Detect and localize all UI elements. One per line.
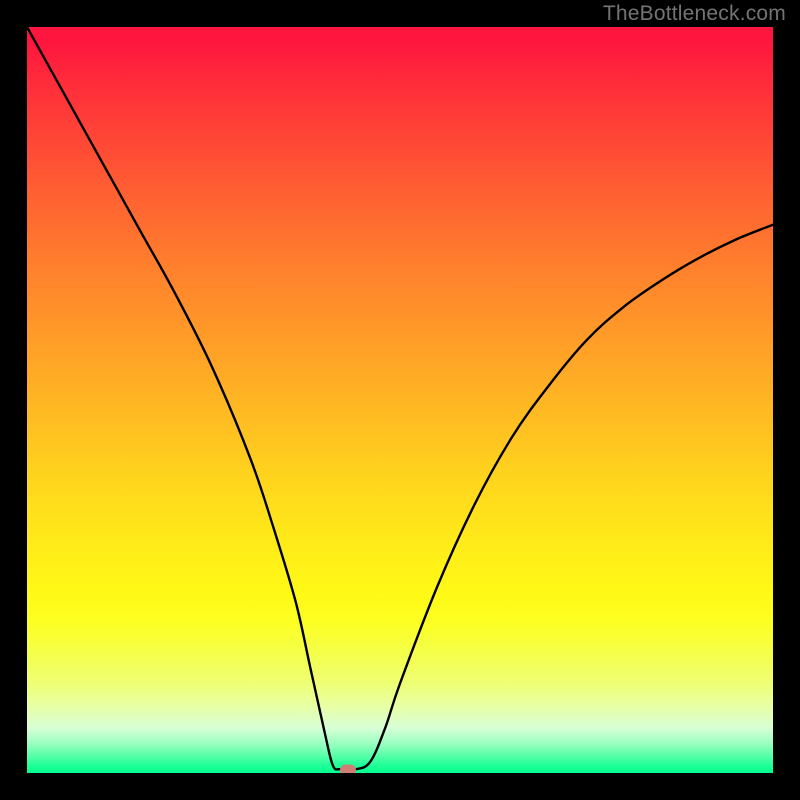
chart-frame: TheBottleneck.com [0, 0, 800, 800]
watermark-text: TheBottleneck.com [603, 2, 786, 26]
optimum-marker [340, 765, 356, 773]
plot-area [27, 27, 773, 773]
bottleneck-curve [27, 27, 773, 773]
